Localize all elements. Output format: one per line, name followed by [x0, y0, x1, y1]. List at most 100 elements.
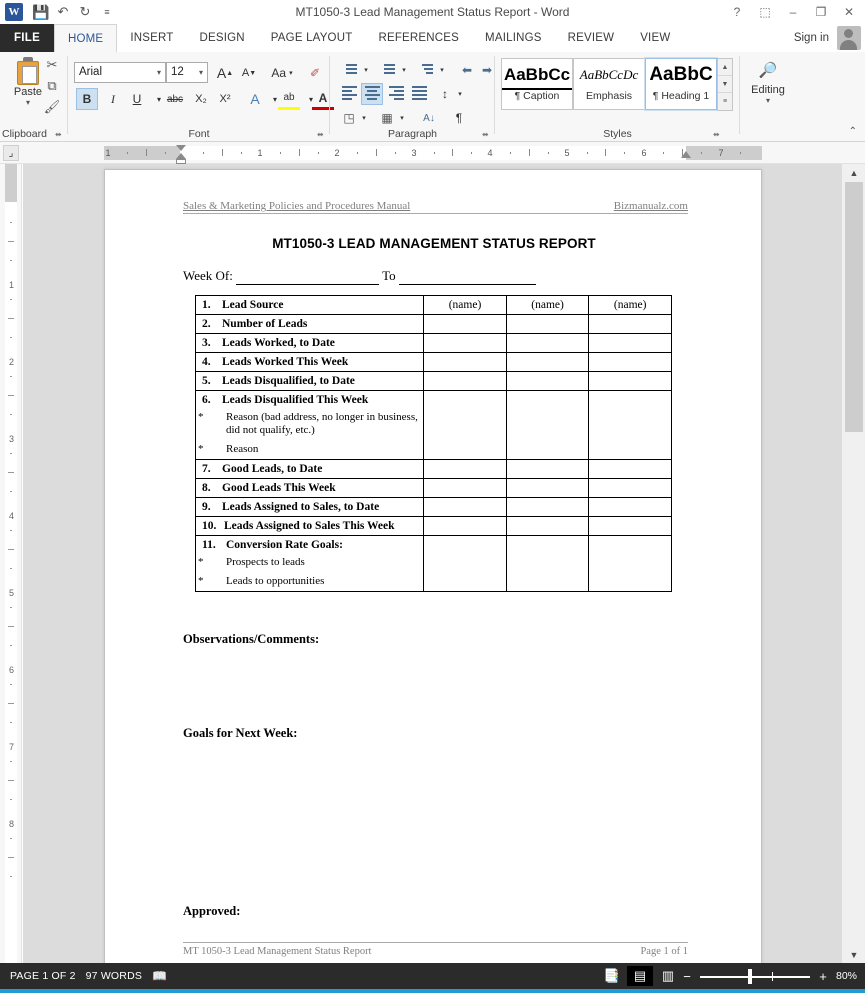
save-icon[interactable]: 💾	[30, 1, 52, 23]
chevron-down-icon[interactable]: ▾	[454, 83, 466, 105]
word-count[interactable]: 97 WORDS	[86, 970, 142, 982]
ribbon-display-options-button[interactable]: ⬚	[751, 0, 779, 24]
value-cell[interactable]	[423, 314, 507, 334]
lead-management-table[interactable]: 1. Lead Source (name) (name) (name) 2. Num…	[194, 295, 672, 593]
align-left-button[interactable]	[338, 83, 360, 105]
chevron-down-icon[interactable]: ▾	[746, 96, 790, 105]
superscript-button[interactable]: X²	[214, 88, 236, 110]
column-header-1[interactable]: (name)	[423, 295, 507, 315]
shading-icon[interactable]: ◳	[338, 107, 360, 129]
week-of-blank[interactable]	[236, 268, 380, 285]
shrink-font-button[interactable]: A ▼	[238, 62, 260, 84]
zoom-in-button[interactable]: +	[818, 969, 828, 984]
value-cell[interactable]	[588, 478, 672, 499]
paragraph-dialog-launcher[interactable]: ⬌	[482, 130, 491, 139]
help-button[interactable]: ?	[723, 0, 751, 24]
styles-more-button[interactable]: ≡	[718, 93, 732, 110]
tab-page-layout[interactable]: PAGE LAYOUT	[258, 24, 366, 52]
cut-icon[interactable]: ✂	[42, 56, 62, 74]
value-cell[interactable]	[505, 535, 590, 593]
document-workspace[interactable]: Sales & Marketing Policies and Procedure…	[23, 164, 841, 963]
value-cell[interactable]	[505, 314, 590, 334]
tab-home[interactable]: HOME	[54, 24, 118, 52]
styles-gallery-scroll[interactable]: ▲ ▼ ≡	[717, 58, 733, 111]
line-spacing-icon[interactable]: ↕	[434, 83, 456, 105]
value-cell[interactable]	[423, 459, 507, 480]
text-highlight-icon[interactable]: ab	[278, 88, 300, 110]
clipboard-dialog-launcher[interactable]: ⬌	[55, 130, 64, 139]
restore-button[interactable]: ❐	[807, 0, 835, 24]
table-row[interactable]: 7. Good Leads, to Date	[194, 459, 672, 480]
row-label-cell[interactable]: 10. Leads Assigned to Sales This Week	[194, 516, 425, 537]
value-cell[interactable]	[588, 497, 672, 518]
format-painter-icon[interactable]: 🖌	[42, 98, 62, 116]
tab-references[interactable]: REFERENCES	[365, 24, 472, 52]
row-label-cell[interactable]: 11. Conversion Rate Goals: * Prospects to …	[194, 535, 425, 593]
table-row[interactable]: 8. Good Leads This Week	[194, 478, 672, 499]
text-effects-icon[interactable]: A	[244, 88, 266, 110]
editing-button[interactable]: 🔎 Editing ▾	[746, 58, 790, 105]
tab-review[interactable]: REVIEW	[555, 24, 628, 52]
styles-scroll-up-button[interactable]: ▲	[718, 59, 732, 76]
chevron-down-icon[interactable]: ▾	[360, 59, 372, 81]
table-row[interactable]: 5. Leads Disqualified, to Date	[194, 371, 672, 391]
row-label-cell[interactable]: 4. Leads Worked This Week	[194, 352, 425, 372]
value-cell[interactable]	[423, 352, 507, 372]
table-row[interactable]: 10. Leads Assigned to Sales This Week	[194, 516, 672, 537]
table-row[interactable]: 3. Leads Worked, to Date	[194, 333, 672, 353]
value-cell[interactable]	[505, 371, 590, 391]
justify-button[interactable]	[408, 83, 430, 105]
tab-design[interactable]: DESIGN	[186, 24, 257, 52]
font-size-combobox[interactable]: 12 ▾	[166, 62, 208, 83]
column-header-2[interactable]: (name)	[505, 295, 590, 315]
minimize-button[interactable]: –	[779, 0, 807, 24]
scroll-down-icon[interactable]: ▼	[842, 946, 865, 963]
web-layout-view-button[interactable]: ▥	[655, 966, 681, 986]
style-caption[interactable]: AaBbCc ¶ Caption	[501, 58, 573, 110]
italic-button[interactable]: I	[102, 88, 124, 110]
value-cell[interactable]	[423, 478, 507, 499]
sign-in-button[interactable]: Sign in	[794, 24, 829, 52]
page-status[interactable]: PAGE 1 OF 2	[10, 970, 76, 982]
value-cell[interactable]	[588, 314, 672, 334]
value-cell[interactable]	[423, 497, 507, 518]
table-row[interactable]: 9. Leads Assigned to Sales, to Date	[194, 497, 672, 518]
value-cell[interactable]	[423, 371, 507, 391]
change-case-button[interactable]: Aa ▾	[266, 62, 298, 84]
zoom-level[interactable]: 80%	[836, 970, 857, 982]
underline-button[interactable]: U	[126, 88, 148, 110]
scroll-up-icon[interactable]: ▲	[842, 164, 865, 181]
value-cell[interactable]	[588, 371, 672, 391]
value-cell[interactable]	[505, 352, 590, 372]
borders-icon[interactable]: ▦	[376, 107, 398, 129]
styles-dialog-launcher[interactable]: ⬌	[713, 130, 722, 139]
styles-scroll-down-button[interactable]: ▼	[718, 76, 732, 93]
subscript-button[interactable]: X₂	[190, 88, 212, 110]
clear-formatting-icon[interactable]: ✐	[304, 62, 326, 84]
value-cell[interactable]	[588, 389, 672, 461]
value-cell[interactable]	[505, 333, 590, 353]
bullets-icon[interactable]	[338, 59, 360, 81]
value-cell[interactable]	[423, 516, 507, 537]
undo-icon[interactable]: ↶	[52, 1, 74, 23]
read-mode-view-button[interactable]: 📑	[599, 966, 625, 986]
week-to-blank[interactable]	[398, 268, 536, 285]
row-label-cell[interactable]: 8. Good Leads This Week	[194, 478, 425, 499]
value-cell[interactable]	[505, 516, 590, 537]
scrollbar-thumb[interactable]	[845, 182, 863, 432]
decrease-indent-icon[interactable]: ⬅	[456, 59, 478, 81]
table-row[interactable]: 6. Leads Disqualified This Week * Reason (…	[194, 389, 672, 461]
vertical-scrollbar[interactable]: ▲ ▼	[841, 164, 865, 963]
copy-icon[interactable]: ⧉	[42, 77, 62, 95]
tab-file[interactable]: FILE	[0, 24, 54, 52]
column-header-3[interactable]: (name)	[588, 295, 672, 315]
table-row[interactable]: 4. Leads Worked This Week	[194, 352, 672, 372]
strikethrough-button[interactable]: abc	[162, 88, 188, 110]
value-cell[interactable]	[588, 516, 672, 537]
value-cell[interactable]	[588, 352, 672, 372]
redo-icon[interactable]: ↻	[74, 1, 96, 23]
value-cell[interactable]	[588, 535, 672, 593]
font-name-combobox[interactable]: Arial ▾	[74, 62, 166, 83]
chevron-down-icon[interactable]: ▾	[436, 59, 448, 81]
row-label-cell[interactable]: 7. Good Leads, to Date	[194, 459, 425, 480]
